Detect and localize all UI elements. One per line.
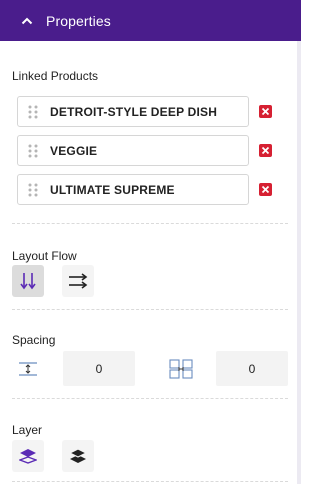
section-divider bbox=[12, 481, 288, 482]
chevron-up-icon[interactable] bbox=[20, 14, 34, 28]
close-icon bbox=[261, 146, 270, 155]
section-divider bbox=[12, 398, 288, 399]
close-icon bbox=[261, 107, 270, 116]
layer-title: Layer bbox=[12, 423, 43, 437]
drag-handle-icon[interactable] bbox=[28, 183, 38, 197]
linked-product-name: DETROIT-STYLE DEEP DISH bbox=[50, 104, 218, 119]
section-divider bbox=[12, 223, 288, 224]
linked-product-row[interactable]: DETROIT-STYLE DEEP DISH bbox=[17, 96, 249, 127]
vertical-spacing-icon bbox=[17, 360, 39, 378]
send-backward-button[interactable] bbox=[62, 440, 94, 472]
horizontal-spacing-input[interactable]: 0 bbox=[216, 351, 288, 386]
section-divider bbox=[12, 309, 288, 310]
remove-product-button[interactable] bbox=[259, 144, 272, 157]
linked-products-title: Linked Products bbox=[12, 69, 99, 83]
panel-edge bbox=[297, 41, 301, 484]
remove-product-button[interactable] bbox=[259, 105, 272, 118]
drag-handle-icon[interactable] bbox=[28, 105, 38, 119]
panel-title: Properties bbox=[46, 12, 111, 29]
horizontal-flow-icon bbox=[69, 273, 88, 289]
bring-forward-icon bbox=[19, 449, 37, 464]
vertical-flow-icon bbox=[20, 273, 36, 290]
bring-forward-button[interactable] bbox=[12, 440, 44, 472]
send-backward-icon bbox=[69, 448, 87, 463]
linked-product-row[interactable]: VEGGIE bbox=[17, 135, 249, 166]
horizontal-spacing-icon bbox=[168, 358, 194, 380]
layout-flow-vertical-button[interactable] bbox=[12, 265, 44, 297]
linked-product-name: VEGGIE bbox=[50, 143, 98, 158]
properties-panel-header[interactable]: Properties bbox=[0, 0, 301, 41]
spacing-title: Spacing bbox=[12, 333, 56, 347]
linked-product-name: ULTIMATE SUPREME bbox=[50, 182, 175, 197]
layout-flow-title: Layout Flow bbox=[12, 249, 77, 263]
remove-product-button[interactable] bbox=[259, 183, 272, 196]
linked-product-row[interactable]: ULTIMATE SUPREME bbox=[17, 174, 249, 205]
drag-handle-icon[interactable] bbox=[28, 144, 38, 158]
layout-flow-horizontal-button[interactable] bbox=[62, 265, 94, 297]
vertical-spacing-input[interactable]: 0 bbox=[63, 351, 135, 386]
close-icon bbox=[261, 185, 270, 194]
